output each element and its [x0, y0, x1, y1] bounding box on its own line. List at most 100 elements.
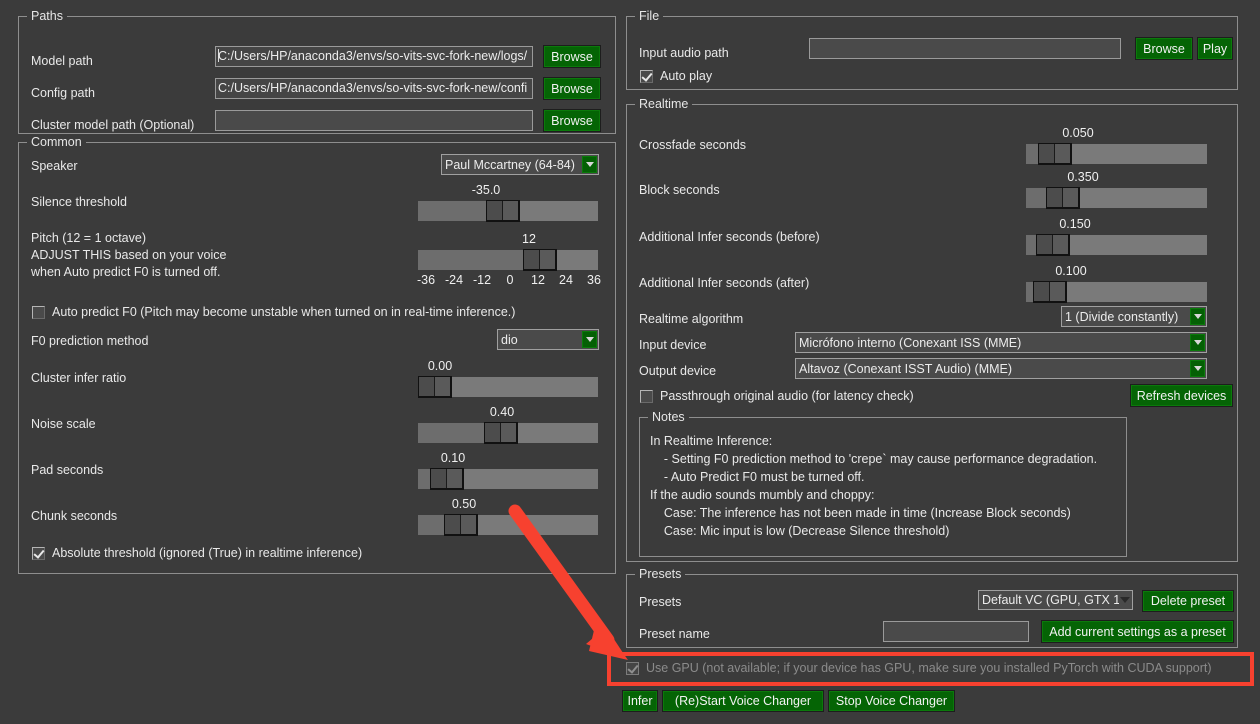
common-group: Common Speaker Paul Mccartney (64-84) Si…	[18, 135, 616, 574]
presets-group-legend: Presets	[635, 567, 686, 581]
notes-line: Case: The inference has not been made in…	[650, 506, 1071, 520]
chevron-down-icon[interactable]	[1190, 334, 1205, 351]
input-device-value: Micrófono interno (Conexant ISS (MME)	[799, 335, 1022, 350]
slider-trough-filled	[418, 201, 486, 221]
stop-voice-changer-button[interactable]: Stop Voice Changer	[828, 690, 955, 712]
chevron-down-icon[interactable]	[582, 156, 597, 173]
pad-seconds-slider[interactable]	[418, 468, 598, 490]
pitch-tick: -12	[472, 273, 492, 287]
cluster-model-path-label: Cluster model path (Optional)	[31, 118, 195, 132]
slider-handle[interactable]	[484, 422, 518, 444]
input-audio-path-label: Input audio path	[639, 46, 729, 60]
notes-line: Case: Mic input is low (Decrease Silence…	[650, 524, 950, 538]
passthrough-checkbox[interactable]	[640, 389, 653, 403]
speaker-label: Speaker	[31, 159, 78, 173]
chunk-seconds-slider[interactable]	[418, 514, 598, 536]
use-gpu-checkbox-row: Use GPU (not available; if your device h…	[626, 661, 1212, 675]
auto-play-checkbox-row[interactable]: Auto play	[640, 69, 712, 83]
auto-play-checkbox[interactable]	[640, 69, 653, 83]
chevron-down-icon[interactable]	[582, 331, 597, 348]
config-path-browse-button[interactable]: Browse	[543, 77, 601, 100]
infer-button[interactable]: Infer	[622, 690, 658, 712]
notes-line: In Realtime Inference:	[650, 434, 773, 448]
input-device-combobox[interactable]: Micrófono interno (Conexant ISS (MME)	[795, 332, 1207, 353]
presets-combobox[interactable]: Default VC (GPU, GTX 1	[978, 590, 1133, 610]
absolute-threshold-label: Absolute threshold (ignored (True) in re…	[52, 546, 363, 560]
realtime-algorithm-combobox[interactable]: 1 (Divide constantly)	[1061, 306, 1207, 327]
chevron-down-icon[interactable]	[1190, 308, 1205, 325]
pitch-tick-labels: -36 -24 -12 0 12 24 36	[412, 273, 608, 287]
silence-threshold-slider[interactable]	[418, 200, 598, 222]
auto-predict-f0-label: Auto predict F0 (Pitch may become unstab…	[52, 305, 516, 319]
pitch-tick: -36	[416, 273, 436, 287]
slider-handle[interactable]	[486, 200, 520, 222]
presets-value: Default VC (GPU, GTX 1	[982, 593, 1119, 607]
pitch-value: 12	[522, 232, 536, 246]
pitch-label-line2: ADJUST THIS based on your voice	[31, 248, 227, 262]
cluster-model-path-input[interactable]	[215, 110, 533, 131]
pitch-slider[interactable]	[418, 249, 598, 271]
slider-handle[interactable]	[523, 249, 557, 271]
infer-before-label: Additional Infer seconds (before)	[639, 230, 820, 244]
slider-handle[interactable]	[1046, 187, 1080, 209]
cluster-infer-ratio-slider[interactable]	[418, 376, 598, 398]
notes-body: In Realtime Inference: - Setting F0 pred…	[650, 432, 1097, 540]
add-preset-button[interactable]: Add current settings as a preset	[1041, 620, 1234, 643]
output-device-value: Altavoz (Conexant ISST Audio) (MME)	[799, 361, 1013, 376]
cluster-model-path-browse-button[interactable]: Browse	[543, 109, 601, 132]
noise-scale-value: 0.40	[489, 405, 515, 419]
slider-handle[interactable]	[1038, 143, 1072, 165]
slider-handle[interactable]	[1036, 234, 1070, 256]
delete-preset-button[interactable]: Delete preset	[1142, 590, 1234, 612]
use-gpu-checkbox	[626, 661, 639, 675]
f0-prediction-method-combobox[interactable]: dio	[497, 329, 599, 350]
input-audio-play-button[interactable]: Play	[1197, 37, 1233, 60]
preset-name-input[interactable]	[883, 621, 1029, 642]
realtime-algorithm-value: 1 (Divide constantly)	[1065, 309, 1179, 324]
chevron-down-icon[interactable]	[1190, 360, 1205, 377]
crossfade-seconds-slider[interactable]	[1026, 143, 1207, 165]
slider-trough-filled	[1026, 144, 1038, 164]
silence-threshold-value: -35.0	[471, 183, 501, 197]
speaker-combobox[interactable]: Paul Mccartney (64-84)	[441, 154, 599, 175]
noise-scale-slider[interactable]	[418, 422, 598, 444]
notes-group: Notes In Realtime Inference: - Setting F…	[639, 410, 1127, 557]
input-audio-path-input[interactable]	[809, 38, 1121, 59]
config-path-input[interactable]: C:/Users/HP/anaconda3/envs/so-vits-svc-f…	[215, 78, 533, 99]
input-device-label: Input device	[639, 338, 707, 352]
model-path-browse-button[interactable]: Browse	[543, 45, 601, 68]
model-path-input[interactable]: C:/Users/HP/anaconda3/envs/so-vits-svc-f…	[215, 46, 533, 67]
slider-trough-filled	[418, 515, 444, 535]
f0-prediction-method-label: F0 prediction method	[31, 334, 149, 348]
config-path-label: Config path	[31, 86, 95, 100]
slider-trough-filled	[418, 423, 484, 443]
slider-handle[interactable]	[418, 376, 452, 398]
realtime-algorithm-label: Realtime algorithm	[639, 312, 744, 326]
slider-trough-filled	[418, 469, 430, 489]
output-device-label: Output device	[639, 364, 717, 378]
notes-line: - Setting F0 prediction method to 'crepe…	[650, 452, 1098, 466]
noise-scale-label: Noise scale	[31, 417, 96, 431]
block-seconds-slider[interactable]	[1026, 187, 1207, 209]
infer-after-slider[interactable]	[1026, 281, 1207, 303]
pitch-tick: -24	[444, 273, 464, 287]
auto-predict-f0-checkbox-row[interactable]: Auto predict F0 (Pitch may become unstab…	[32, 305, 515, 319]
crossfade-seconds-label: Crossfade seconds	[639, 138, 747, 152]
slider-trough-filled	[418, 250, 523, 270]
chevron-down-icon[interactable]	[1119, 591, 1131, 609]
restart-voice-changer-button[interactable]: (Re)Start Voice Changer	[662, 690, 824, 712]
output-device-combobox[interactable]: Altavoz (Conexant ISST Audio) (MME)	[795, 358, 1207, 379]
slider-handle[interactable]	[1033, 281, 1067, 303]
refresh-devices-button[interactable]: Refresh devices	[1130, 384, 1233, 407]
passthrough-checkbox-row[interactable]: Passthrough original audio (for latency …	[640, 389, 914, 403]
cluster-infer-ratio-label: Cluster infer ratio	[31, 371, 127, 385]
pitch-tick: 0	[506, 273, 514, 287]
auto-predict-f0-checkbox[interactable]	[32, 305, 45, 319]
slider-handle[interactable]	[430, 468, 464, 490]
infer-before-slider[interactable]	[1026, 234, 1207, 256]
slider-handle[interactable]	[444, 514, 478, 536]
absolute-threshold-checkbox-row[interactable]: Absolute threshold (ignored (True) in re…	[32, 546, 362, 560]
absolute-threshold-checkbox[interactable]	[32, 546, 45, 560]
input-audio-browse-button[interactable]: Browse	[1135, 37, 1193, 60]
speaker-value: Paul Mccartney (64-84)	[445, 157, 575, 172]
